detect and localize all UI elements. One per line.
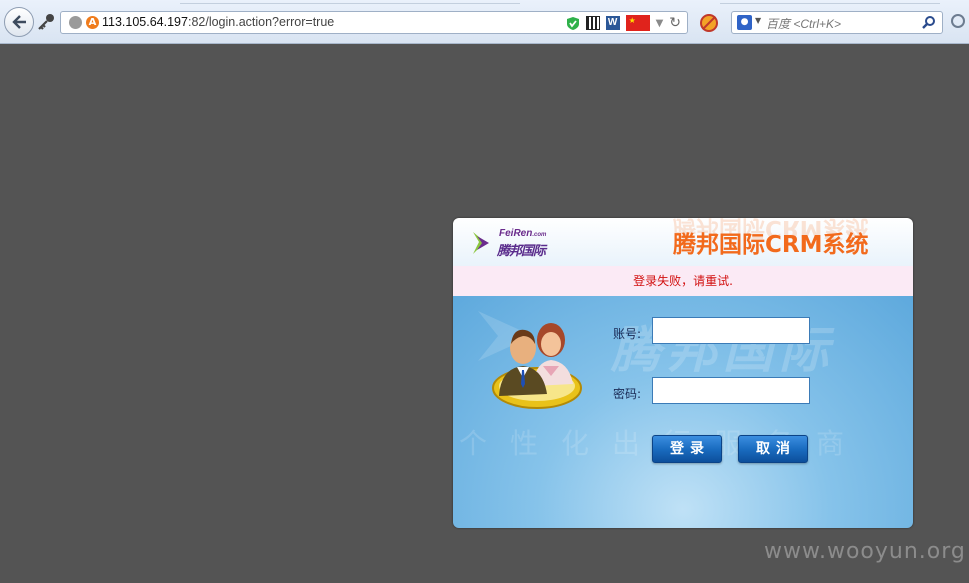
password-label: 密码: — [613, 387, 642, 401]
login-button[interactable]: 登录 — [652, 435, 722, 463]
logo-mark-icon — [473, 232, 489, 254]
globe-icon — [69, 16, 82, 29]
panel-header: FeiRen.com 腾邦国际 腾邦国际CRM系统 腾邦国际CRM系统 — [453, 218, 913, 266]
url-bar[interactable]: A 113.105.64.197:82/login.action?error=t… — [60, 11, 688, 34]
login-panel: FeiRen.com 腾邦国际 腾邦国际CRM系统 腾邦国际CRM系统 登录失败… — [453, 218, 913, 528]
search-icon[interactable] — [922, 15, 936, 29]
url-path: :82/login.action?error=true — [187, 15, 335, 29]
url-text[interactable]: 113.105.64.197:82/login.action?error=tru… — [102, 15, 334, 29]
url-host: 113.105.64.197 — [102, 15, 188, 29]
key-icon[interactable] — [36, 12, 56, 32]
w-icon[interactable]: W — [605, 16, 620, 30]
account-label: 账号: — [613, 327, 642, 341]
page-watermark: www.wooyun.org — [764, 539, 966, 564]
shield-check-icon[interactable] — [566, 16, 580, 31]
browser-toolbar: A 113.105.64.197:82/login.action?error=t… — [0, 0, 969, 44]
back-button[interactable] — [4, 7, 34, 37]
error-message: 登录失败，请重试. — [453, 266, 913, 296]
company-logo: FeiRen.com 腾邦国际 — [471, 226, 561, 260]
logo-cn-text: 腾邦国际 — [497, 244, 546, 259]
qr-code-icon[interactable] — [585, 16, 600, 30]
china-flag-icon[interactable]: ★ — [625, 15, 650, 31]
dropdown-icon[interactable]: ▼ — [656, 18, 664, 29]
cancel-button[interactable]: 取消 — [738, 435, 808, 463]
users-avatar-icon — [492, 323, 582, 409]
url-bar-icons: W ★ ▼ ↻ — [566, 14, 681, 32]
reload-icon[interactable]: ↻ — [669, 15, 681, 31]
system-title-reflection: 腾邦国际CRM系统 — [673, 218, 869, 241]
menu-icon[interactable] — [951, 14, 965, 28]
password-input[interactable] — [652, 377, 810, 404]
baidu-paw-icon[interactable]: ● — [737, 15, 752, 30]
search-bar[interactable]: ● ▼ 百度 <Ctrl+K> — [731, 11, 943, 34]
login-form: 腾邦国际 个性化出行服务商 账号: 密码: 登录 取消 — [453, 296, 913, 528]
back-arrow-icon — [12, 15, 26, 29]
tab-strip-right — [720, 0, 940, 4]
engine-dropdown-icon[interactable]: ▼ — [755, 16, 761, 25]
tab-strip — [180, 0, 520, 4]
logo-en-text: FeiRen.com — [499, 228, 547, 239]
warning-icon[interactable]: A — [86, 16, 99, 29]
noscript-icon[interactable] — [700, 14, 718, 32]
account-input[interactable] — [652, 317, 810, 344]
search-input[interactable]: 百度 <Ctrl+K> — [766, 15, 841, 32]
